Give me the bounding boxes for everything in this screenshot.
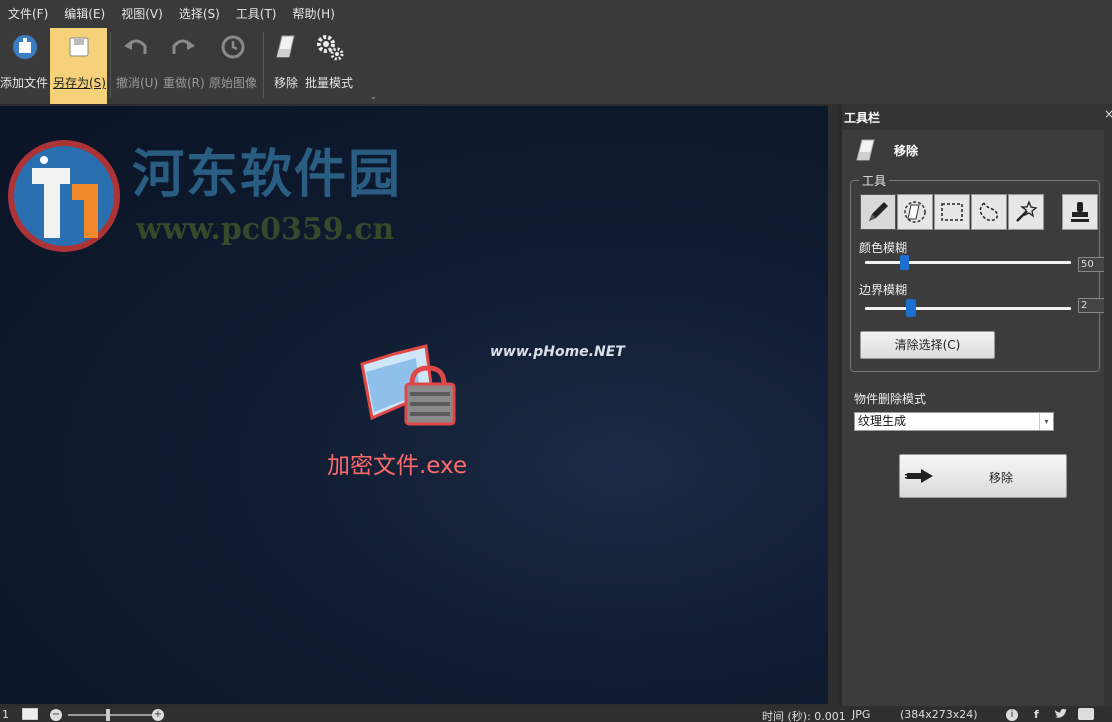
arrow-right-icon [905,468,935,487]
gears-icon [315,32,345,62]
menu-edit[interactable]: 编辑(E) [56,0,113,28]
menu-bar: 文件(F) 编辑(E) 视图(V) 选择(S) 工具(T) 帮助(H) [0,0,1112,28]
status-page-number: 1 [2,708,9,721]
tool-panel: 工具栏 × 移除 工具 颜色模糊 50 边界模糊 2 清除选择(C) 物件删除模… [842,104,1112,706]
facebook-icon[interactable]: f [1034,708,1039,721]
magic-wand-icon [1016,200,1038,222]
stamp-icon [1071,202,1089,222]
edge-blur-value[interactable]: 2 [1078,298,1106,313]
status-dimensions: (384x273x24) [900,708,978,721]
close-icon[interactable]: × [1104,107,1112,121]
tools-group: 工具 颜色模糊 50 边界模糊 2 清除选择(C) [850,172,1106,372]
zoom-out-button[interactable]: − [50,709,62,721]
eraser-circle-icon [904,201,926,223]
chevron-down-icon: ▾ [1039,413,1053,430]
info-icon[interactable]: i [1006,709,1018,721]
lasso-select-button[interactable] [971,194,1007,230]
menu-file[interactable]: 文件(F) [0,0,56,28]
watermark-url: www.pc0359.cn [136,212,395,247]
magic-wand-button[interactable] [1008,194,1044,230]
watermark-logo [4,134,126,261]
remove-button[interactable]: 移除 [899,454,1067,498]
toolbar: 添加文件 另存为(S) 撤消(U) 重做(R) 原始图像 移除 批量模式 ⌄ [0,28,1112,104]
color-blur-slider-thumb[interactable] [900,255,909,270]
delete-mode-label: 物件删除模式 [854,392,927,406]
batch-mode-label: 批量模式 [305,76,354,90]
edge-blur-slider[interactable] [865,299,1071,317]
rect-select-button[interactable] [934,194,970,230]
redo-icon [168,32,198,62]
brush-tool-button[interactable] [860,194,896,230]
eraser-icon [271,32,301,62]
eraser-icon [854,138,878,167]
youtube-icon[interactable] [1078,708,1094,720]
original-image-button[interactable]: 原始图像 [207,28,259,104]
clear-selection-button[interactable]: 清除选择(C) [860,331,995,359]
redo-button[interactable]: 重做(R) [160,28,206,104]
tool-heading: 移除 [894,144,919,158]
zoom-slider[interactable] [68,714,152,716]
app-window: 文件(F) 编辑(E) 视图(V) 选择(S) 工具(T) 帮助(H) 添加文件… [0,0,1112,722]
eraser-tool-button[interactable] [897,194,933,230]
status-bar: 1 − + 时间 (秒): 0.001 JPG (384x273x24) i f [0,706,1112,722]
menu-select[interactable]: 选择(S) [171,0,228,28]
remove-tool-label: 移除 [274,76,299,90]
twitter-icon[interactable] [1054,708,1068,722]
original-image-label: 原始图像 [209,76,258,90]
batch-mode-button[interactable]: 批量模式 [304,28,356,104]
panel-scrollbar[interactable] [1104,130,1112,706]
phome-watermark: www.pHome.NET [490,344,625,360]
menu-help[interactable]: 帮助(H) [285,0,343,28]
rectangle-select-icon [941,203,963,221]
add-file-icon [10,32,40,62]
color-blur-slider[interactable] [865,255,1071,270]
stamp-tool-button[interactable] [1062,194,1098,230]
menu-view[interactable]: 视图(V) [113,0,171,28]
file-name-label: 加密文件.exe [327,453,468,479]
locked-folder-icon [354,342,464,431]
undo-button[interactable]: 撤消(U) [113,28,159,104]
redo-label: 重做(R) [163,76,205,90]
remove-tool-button[interactable]: 移除 [268,28,304,104]
delete-mode-select[interactable]: 纹理生成 ▾ [854,412,1054,431]
canvas-scrollbar[interactable] [828,104,838,706]
toolbar-divider [263,32,264,98]
save-as-label: 另存为(S) [53,76,106,90]
edge-blur-label: 边界模糊 [859,283,908,297]
edge-blur-slider-thumb[interactable] [906,299,916,317]
add-file-label: 添加文件 [0,76,49,90]
watermark-site-name: 河东软件园 [132,144,403,205]
panel-header: 工具栏 × [842,104,1112,130]
status-time: 时间 (秒): 0.001 [762,710,846,722]
fit-window-icon[interactable] [22,708,38,720]
toolbar-divider [110,32,111,98]
canvas-area: 河东软件园 www.pc0359.cn www.pHome.NET 加密文件.e… [0,104,838,706]
panel-title: 工具栏 [844,111,881,125]
toolbar-overflow-icon[interactable]: ⌄ [370,92,377,101]
history-clock-icon [218,32,248,62]
pencil-icon [869,202,888,221]
color-blur-label: 颜色模糊 [859,241,908,255]
add-file-button[interactable]: 添加文件 [0,28,50,104]
menu-tools[interactable]: 工具(T) [228,0,285,28]
zoom-in-button[interactable]: + [152,709,164,721]
lasso-icon [979,202,999,222]
zoom-slider-thumb[interactable] [106,709,110,721]
save-icon [64,32,94,62]
tools-group-label: 工具 [859,172,890,189]
image-canvas[interactable]: 河东软件园 www.pc0359.cn www.pHome.NET 加密文件.e… [0,106,828,704]
remove-button-label: 移除 [989,471,1014,485]
undo-label: 撤消(U) [116,76,159,90]
undo-icon [121,32,151,62]
save-as-button[interactable]: 另存为(S) [50,28,107,104]
delete-mode-value: 纹理生成 [858,414,907,428]
color-blur-value[interactable]: 50 [1078,257,1106,272]
status-format: JPG [852,708,871,721]
